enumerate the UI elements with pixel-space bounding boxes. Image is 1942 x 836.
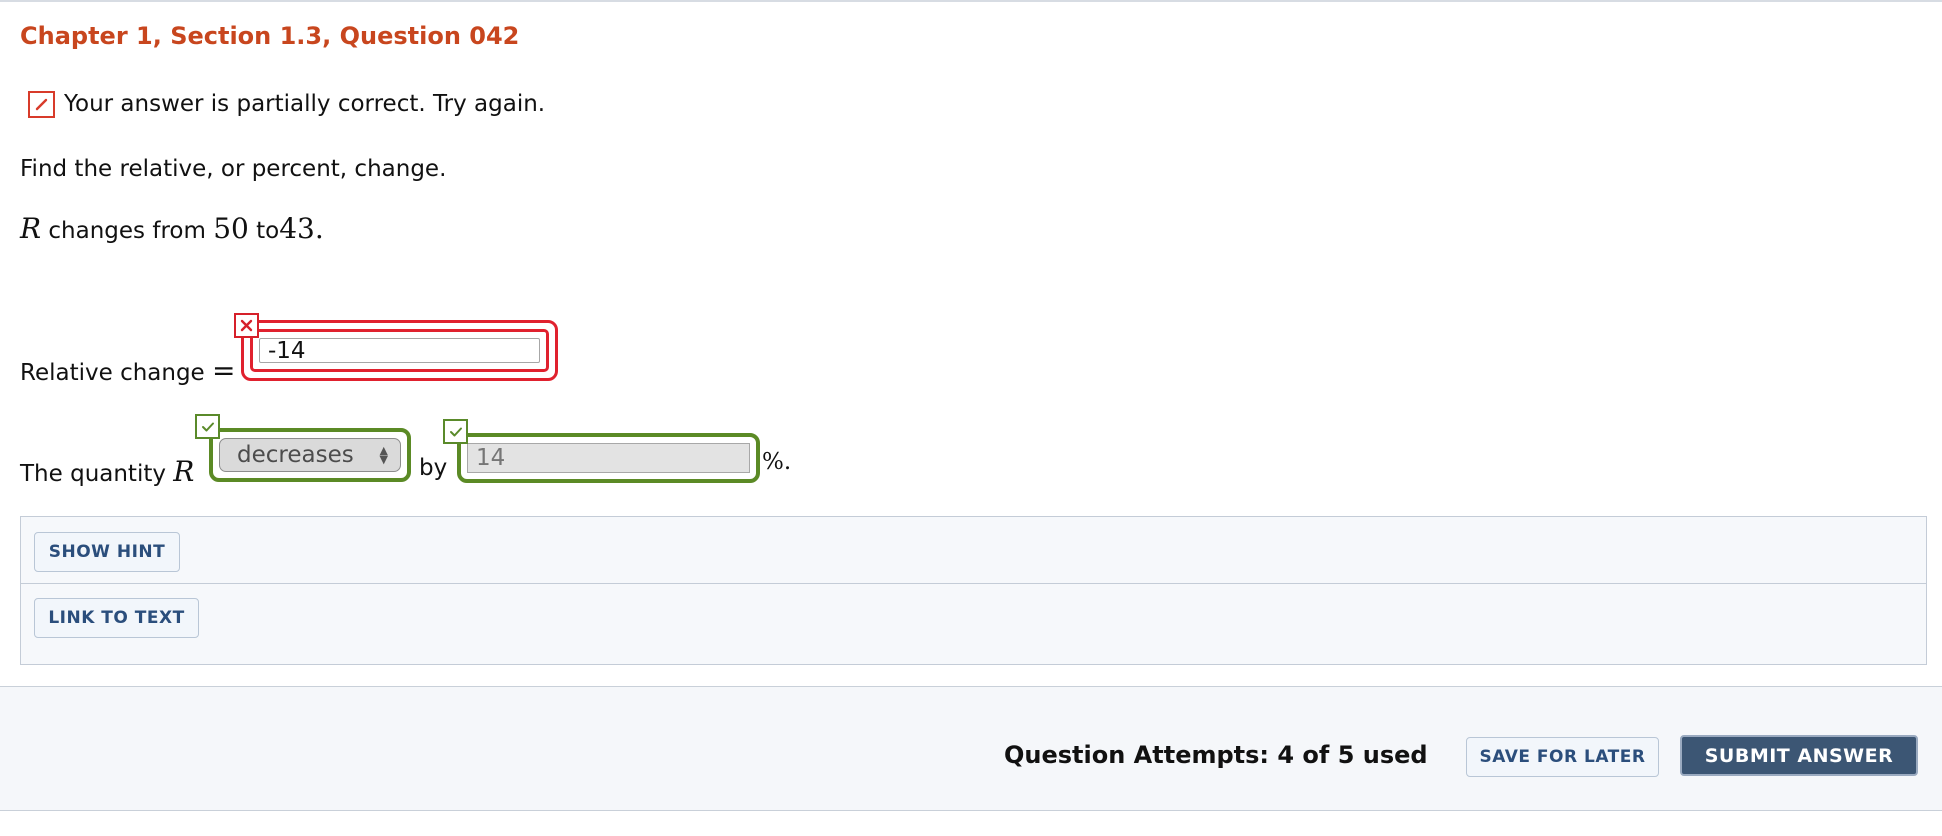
link-to-text-button[interactable]: LINK TO TEXT xyxy=(34,598,199,638)
percent-answer-frame xyxy=(457,433,760,483)
percent-input[interactable] xyxy=(467,443,750,473)
quantity-label: The quantity R xyxy=(20,455,195,488)
problem-period: . xyxy=(314,212,324,245)
feedback-banner: Your answer is partially correct. Try ag… xyxy=(28,88,545,120)
question-instruction: Find the relative, or percent, change. xyxy=(20,156,447,182)
panel-divider xyxy=(21,583,1926,584)
percent-suffix: %. xyxy=(762,449,792,475)
from-value: 50 xyxy=(213,212,249,245)
by-label: by xyxy=(419,455,448,481)
relative-change-answer-border xyxy=(250,329,549,372)
relative-change-input[interactable] xyxy=(259,338,540,363)
check-mark-icon xyxy=(443,419,468,444)
page-title: Chapter 1, Section 1.3, Question 042 xyxy=(20,22,520,50)
relative-change-answer-frame xyxy=(241,320,558,381)
to-value: 43 xyxy=(279,212,315,245)
check-mark-icon xyxy=(195,414,220,439)
chevron-up-down-icon: ▲ ▼ xyxy=(379,444,388,466)
top-divider xyxy=(0,0,1942,2)
to-text: to xyxy=(256,218,280,244)
direction-select[interactable]: decreases ▲ ▼ xyxy=(219,438,401,472)
footer-bar: Question Attempts: 4 of 5 used SAVE FOR … xyxy=(0,686,1942,811)
problem-statement: R changes from 50 to43. xyxy=(20,212,324,245)
quantity-variable-r: R xyxy=(173,455,195,488)
variable-r: R xyxy=(20,212,42,245)
help-panel: SHOW HINT LINK TO TEXT xyxy=(20,516,1927,665)
pencil-icon xyxy=(28,90,55,118)
feedback-message: Your answer is partially correct. Try ag… xyxy=(64,91,546,117)
x-mark-icon xyxy=(234,313,259,338)
direction-answer-frame: decreases ▲ ▼ xyxy=(209,428,411,482)
equals-sign: = xyxy=(212,354,236,387)
submit-answer-button[interactable]: SUBMIT ANSWER xyxy=(1680,735,1918,776)
relative-change-label: Relative change = xyxy=(20,354,236,387)
save-for-later-button[interactable]: SAVE FOR LATER xyxy=(1466,737,1659,777)
attempts-counter: Question Attempts: 4 of 5 used xyxy=(1004,741,1428,769)
direction-selected-value: decreases xyxy=(237,442,354,468)
changes-from-text: changes from xyxy=(48,218,206,244)
show-hint-button[interactable]: SHOW HINT xyxy=(34,532,180,572)
